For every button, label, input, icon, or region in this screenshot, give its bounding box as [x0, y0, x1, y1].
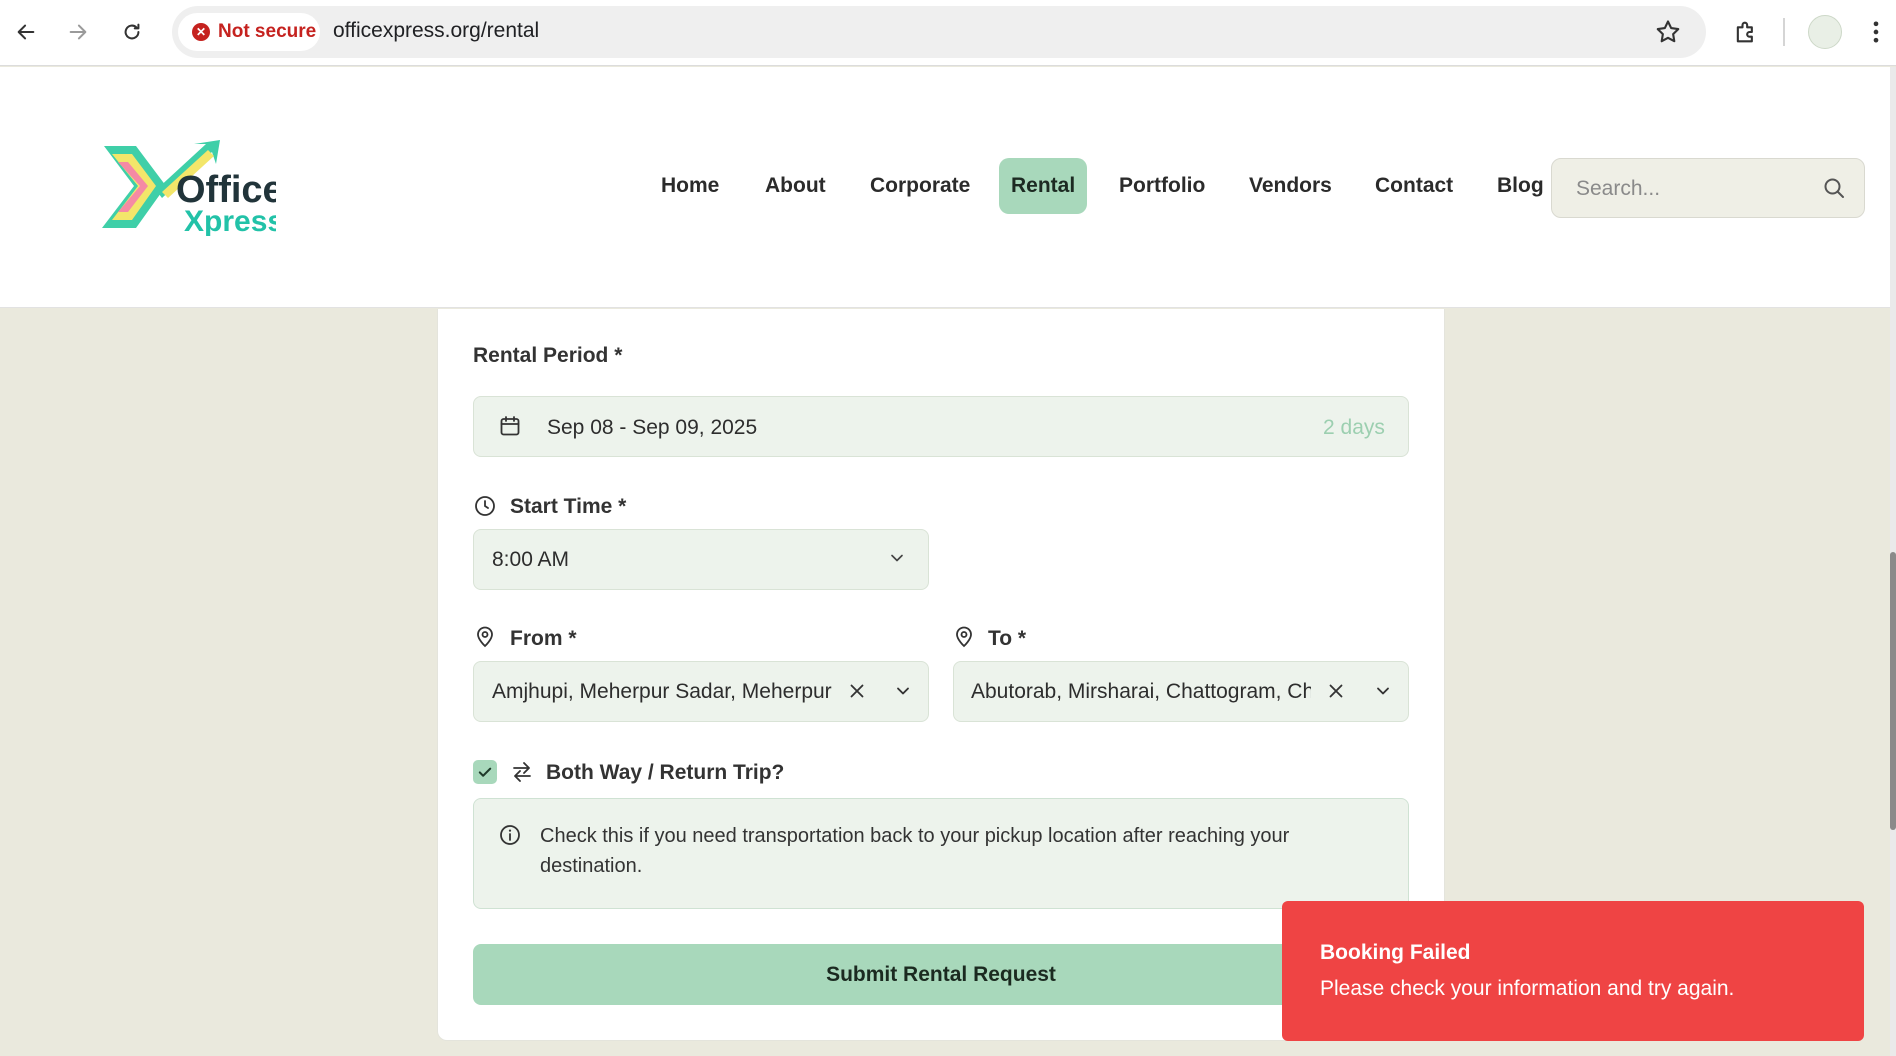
page-scrollbar-thumb[interactable]: [1890, 552, 1896, 830]
not-secure-icon: ✕: [192, 23, 210, 41]
toast-message: Please check your information and try ag…: [1320, 977, 1735, 1000]
chevron-down-icon[interactable]: [1373, 681, 1393, 706]
start-time-label: Start Time *: [510, 495, 627, 518]
search-placeholder: Search...: [1576, 177, 1661, 200]
clear-to-icon[interactable]: [1325, 680, 1347, 707]
nav-corporate[interactable]: Corporate: [858, 158, 982, 214]
return-trip-checkbox[interactable]: [473, 760, 497, 784]
check-icon: [478, 767, 492, 777]
extensions-icon[interactable]: [1732, 18, 1760, 51]
clock-icon: [473, 494, 497, 523]
rental-period-label: Rental Period *: [473, 344, 623, 367]
submit-rental-request-button[interactable]: Submit Rental Request: [473, 944, 1409, 1005]
back-icon[interactable]: [8, 14, 44, 50]
more-menu-icon[interactable]: [1870, 18, 1882, 51]
info-icon: [498, 823, 522, 852]
from-value: Amjhupi, Meherpur Sadar, Meherpur, Khuln…: [492, 680, 832, 703]
officexpress-logo[interactable]: Office Xpress: [96, 140, 284, 238]
reload-icon[interactable]: [114, 14, 150, 50]
nav-vendors[interactable]: Vendors: [1237, 158, 1344, 214]
return-trip-info-text: Check this if you need transportation ba…: [540, 825, 1290, 877]
nav-about[interactable]: About: [753, 158, 838, 214]
forward-icon[interactable]: [60, 14, 96, 50]
logo-line2: Xpress: [184, 205, 276, 236]
rental-days-count: 2 days: [1323, 416, 1385, 439]
search-icon[interactable]: [1822, 176, 1846, 205]
security-label: Not secure: [218, 21, 317, 42]
nav-rental[interactable]: Rental: [999, 158, 1088, 214]
map-pin-icon: [473, 625, 497, 654]
clear-from-icon[interactable]: [846, 680, 868, 707]
nav-blog[interactable]: Blog: [1485, 158, 1556, 214]
to-value: Abutorab, Mirsharai, Chattogram, Chattog…: [971, 680, 1311, 703]
start-time-value: 8:00 AM: [492, 548, 570, 571]
calendar-icon: [498, 414, 522, 443]
error-toast[interactable]: Booking Failed Please check your informa…: [1282, 901, 1864, 1041]
nav-home[interactable]: Home: [649, 158, 731, 214]
security-chip[interactable]: ✕ Not secure: [178, 13, 320, 51]
return-trip-label[interactable]: Both Way / Return Trip?: [546, 761, 784, 785]
chevron-down-icon[interactable]: [893, 681, 913, 706]
toast-title: Booking Failed: [1320, 941, 1471, 964]
profile-avatar[interactable]: [1808, 15, 1842, 49]
url-text[interactable]: officexpress.org/rental: [333, 19, 539, 43]
nav-contact[interactable]: Contact: [1363, 158, 1465, 214]
to-label: To *: [988, 627, 1027, 650]
toolbar-divider: [1783, 18, 1785, 46]
bookmark-star-icon[interactable]: [1654, 18, 1682, 51]
map-pin-icon: [952, 625, 976, 654]
chevron-down-icon[interactable]: [887, 548, 907, 573]
rental-period-value: Sep 08 - Sep 09, 2025: [547, 416, 758, 439]
swap-arrows-icon: [510, 760, 534, 789]
from-label: From *: [510, 627, 577, 650]
nav-portfolio[interactable]: Portfolio: [1107, 158, 1217, 214]
